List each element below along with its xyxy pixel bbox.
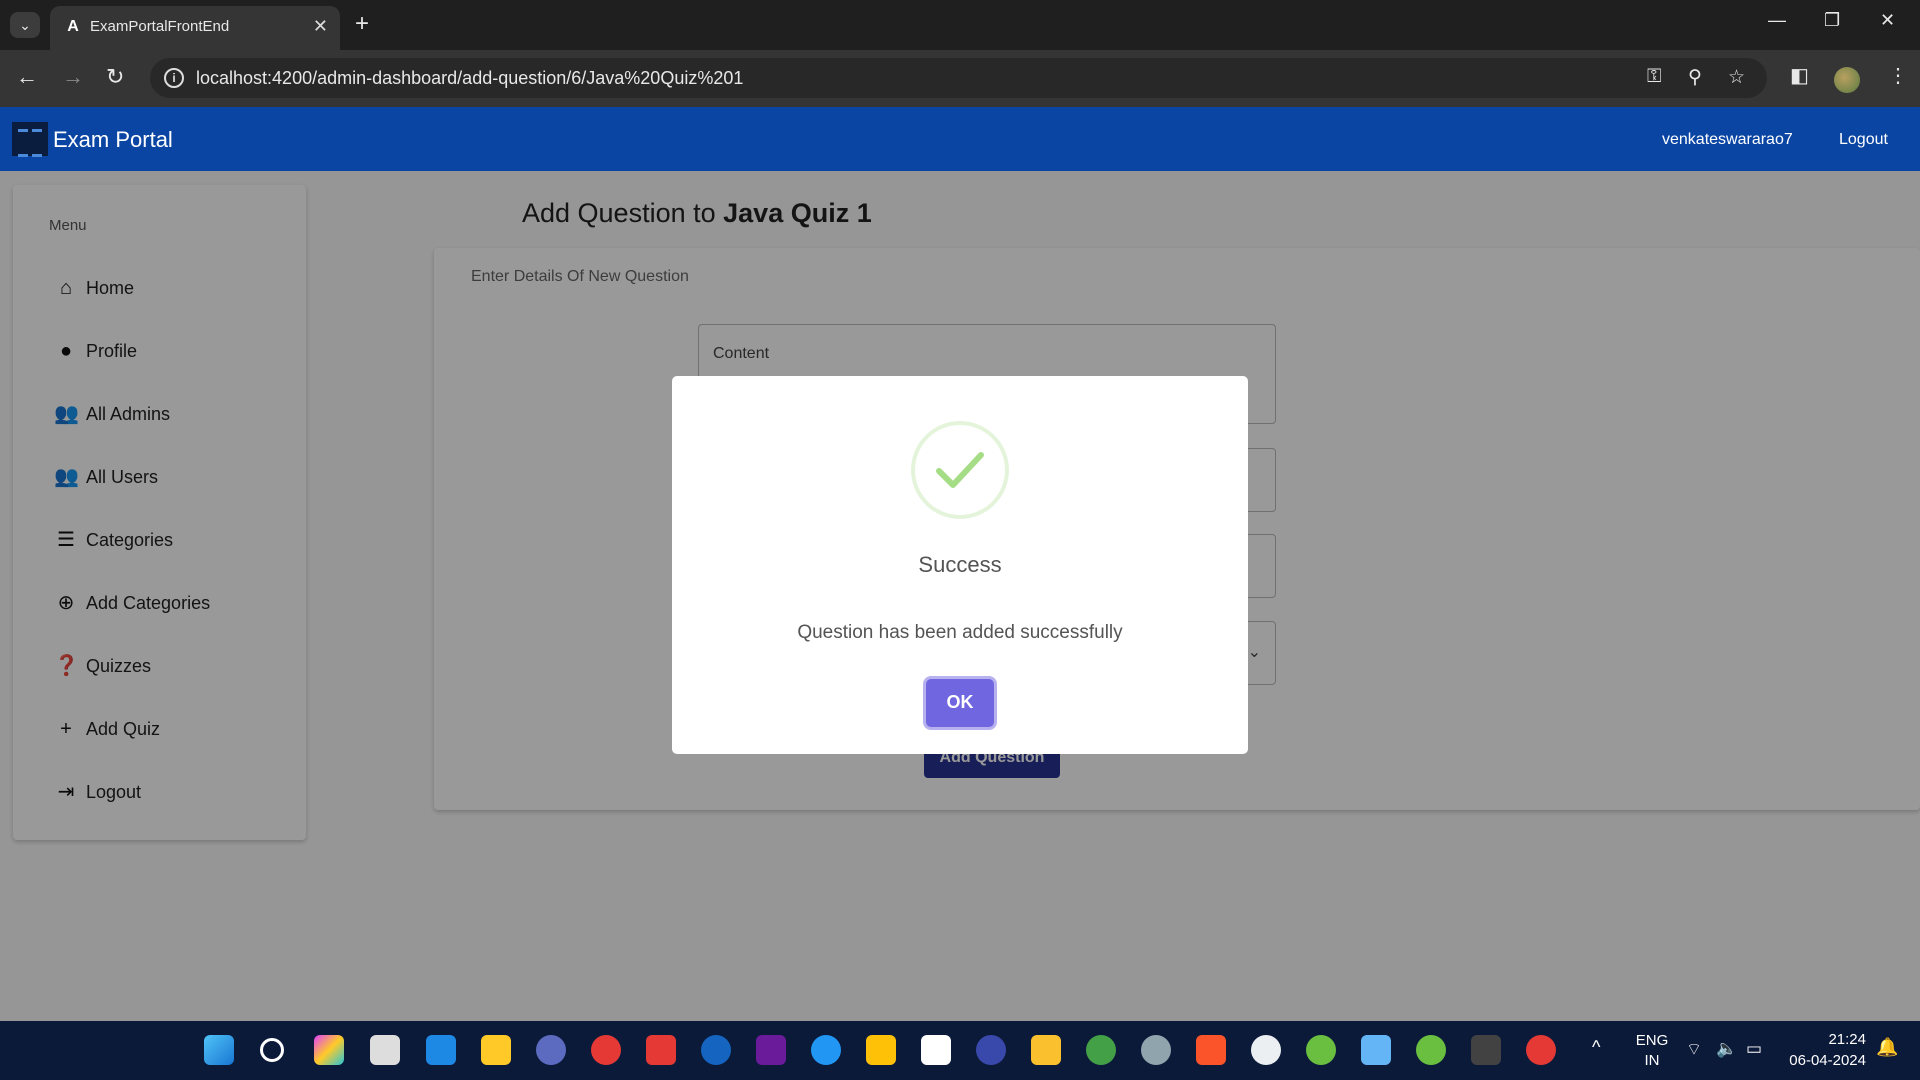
username-link[interactable]: venkateswararao7: [1662, 131, 1793, 149]
browser-tab[interactable]: A ExamPortalFrontEnd ✕: [50, 6, 340, 50]
dialog-message: Question has been added successfully: [797, 622, 1123, 643]
search-icon[interactable]: [260, 1038, 284, 1062]
spring-boot-icon[interactable]: [1416, 1035, 1446, 1065]
battery-icon[interactable]: ▭: [1746, 1039, 1762, 1059]
word-icon[interactable]: [701, 1035, 731, 1065]
tab-title: ExamPortalFrontEnd: [90, 18, 230, 35]
book-logo-icon: [12, 122, 48, 157]
lang-bottom[interactable]: IN: [1634, 1052, 1670, 1069]
lang-top[interactable]: ENG: [1634, 1032, 1670, 1049]
eclipse-ide-icon[interactable]: [976, 1035, 1006, 1065]
vscode-icon[interactable]: [426, 1035, 456, 1065]
remote-desktop-icon[interactable]: [1361, 1035, 1391, 1065]
tab-search-chevron-icon[interactable]: ⌄: [10, 12, 40, 38]
back-arrow-icon[interactable]: ←: [16, 64, 38, 90]
windows-taskbar: ^ ENG IN ⌔ 🔈 ▭ 21:24 06-04-2024 🔔: [0, 1021, 1920, 1080]
browser-profile-avatar[interactable]: [1834, 67, 1860, 93]
address-bar[interactable]: i localhost:4200/admin-dashboard/add-que…: [150, 58, 1767, 98]
tradingview-icon[interactable]: [921, 1035, 951, 1065]
notification-bell-icon[interactable]: 🔔: [1876, 1037, 1898, 1058]
terminal-icon[interactable]: [1471, 1035, 1501, 1065]
volume-icon[interactable]: 🔈: [1716, 1039, 1737, 1059]
site-info-icon[interactable]: i: [164, 68, 184, 88]
chrome-active-icon[interactable]: [1526, 1035, 1556, 1065]
clock-app-icon[interactable]: [1251, 1035, 1281, 1065]
clock-date[interactable]: 06-04-2024: [1776, 1052, 1866, 1069]
url-text[interactable]: localhost:4200/admin-dashboard/add-quest…: [196, 68, 743, 89]
intellij-icon[interactable]: [756, 1035, 786, 1065]
task-view-icon[interactable]: [370, 1035, 400, 1065]
app-header: Exam Portal venkateswararao7 Logout: [0, 107, 1920, 171]
dialog-title: Success: [918, 552, 1002, 577]
wifi-icon[interactable]: ⌔: [1686, 1039, 1702, 1060]
copilot-icon[interactable]: [314, 1035, 344, 1065]
reload-icon[interactable]: ↻: [106, 64, 124, 90]
eclipse-icon[interactable]: [536, 1035, 566, 1065]
new-tab-plus-icon[interactable]: +: [355, 10, 369, 38]
start-icon[interactable]: [204, 1035, 234, 1065]
minimize-icon[interactable]: —: [1768, 10, 1786, 31]
success-dialog: Success Question has been added successf…: [672, 376, 1248, 754]
password-key-icon[interactable]: ⚿: [1647, 66, 1661, 88]
brand-title[interactable]: Exam Portal: [53, 127, 173, 153]
tray-chevron-up-icon[interactable]: ^: [1592, 1037, 1600, 1058]
mongodb-icon[interactable]: [1086, 1035, 1116, 1065]
header-logout-link[interactable]: Logout: [1839, 131, 1888, 149]
spring-tool-icon[interactable]: [1306, 1035, 1336, 1065]
restore-icon[interactable]: ❐: [1824, 10, 1840, 31]
side-panel-icon[interactable]: ◧: [1790, 63, 1809, 88]
angular-favicon-icon: A: [67, 18, 79, 35]
notes-icon[interactable]: [866, 1035, 896, 1065]
ok-button[interactable]: OK: [926, 679, 994, 727]
bookmark-star-icon[interactable]: ☆: [1728, 66, 1745, 89]
window-close-icon[interactable]: ✕: [1880, 10, 1895, 31]
vivaldi-icon[interactable]: [646, 1035, 676, 1065]
chrome-icon[interactable]: [591, 1035, 621, 1065]
power-bi-icon[interactable]: [1031, 1035, 1061, 1065]
clock-time[interactable]: 21:24: [1786, 1031, 1866, 1048]
zoom-icon[interactable]: ⚲: [1688, 66, 1702, 89]
browser-tab-bar: ⌄ A ExamPortalFrontEnd ✕ + — ❐ ✕: [0, 0, 1920, 50]
browser-toolbar: ← → ↻ i localhost:4200/admin-dashboard/a…: [0, 50, 1920, 107]
forward-arrow-icon[interactable]: →: [62, 64, 84, 90]
settings-icon[interactable]: [1141, 1035, 1171, 1065]
success-check-icon: [911, 421, 1009, 519]
brave-icon[interactable]: [1196, 1035, 1226, 1065]
browser-menu-icon[interactable]: ⋮: [1888, 63, 1908, 88]
tab-close-icon[interactable]: ✕: [313, 16, 328, 37]
file-explorer-icon[interactable]: [481, 1035, 511, 1065]
docker-icon[interactable]: [811, 1035, 841, 1065]
